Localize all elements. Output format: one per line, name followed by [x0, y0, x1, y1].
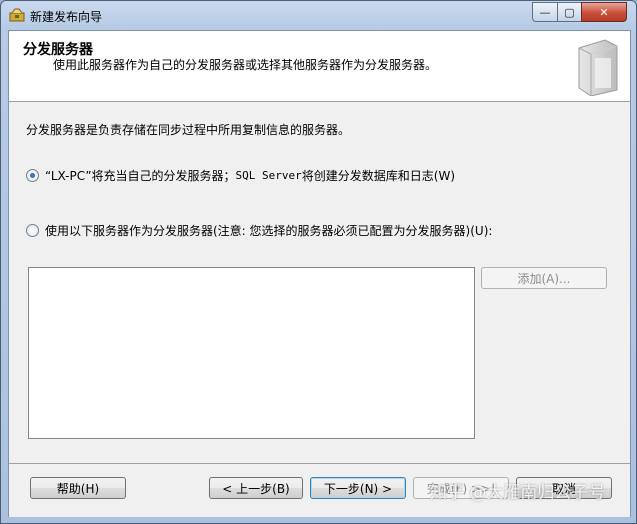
option-self-label-part1: “LX-PC”将充当自己的分发服务器； — [45, 169, 236, 183]
option-other-distributor[interactable]: 使用以下服务器作为分发服务器(注意: 您选择的服务器必须已配置为分发服务器)(U… — [26, 222, 492, 239]
back-button[interactable]: < 上一步(B) — [209, 477, 303, 499]
radio-other-unselected[interactable] — [26, 224, 39, 237]
minimize-button[interactable]: — — [532, 2, 558, 22]
wizard-window: 新建发布向导 — ▢ ✕ 分发服务器 使用此服务器作为自己的分发服务器或选择其他… — [0, 0, 637, 524]
option-self-label-part2: SQL Server — [235, 169, 302, 182]
option-other-label: 使用以下服务器作为分发服务器(注意: 您选择的服务器必须已配置为分发服务器)(U… — [45, 224, 493, 238]
radio-dot — [30, 173, 35, 178]
next-button[interactable]: 下一步(N) > — [310, 477, 406, 499]
distributor-description: 分发服务器是负责存储在同步过程中所用复制信息的服务器。 — [26, 123, 351, 137]
title-bar[interactable]: 新建发布向导 — ▢ ✕ — [1, 1, 636, 29]
maximize-button[interactable]: ▢ — [557, 2, 582, 22]
watermark-text: 知乎 @大雁南归公子号 — [430, 483, 606, 503]
server-graphic-icon — [575, 38, 619, 97]
window-title: 新建发布向导 — [30, 10, 103, 24]
radio-self-selected[interactable] — [26, 169, 39, 182]
distributor-server-list[interactable] — [28, 267, 475, 439]
close-button[interactable]: ✕ — [581, 2, 627, 22]
wizard-app-icon — [9, 8, 25, 22]
option-self-label-part3: 将创建分发数据库和日志(W) — [301, 169, 456, 183]
page-subtitle: 使用此服务器作为自己的分发服务器或选择其他服务器作为分发服务器。 — [53, 58, 438, 72]
help-button[interactable]: 帮助(H) — [30, 477, 126, 499]
wizard-header: 分发服务器 使用此服务器作为自己的分发服务器或选择其他服务器作为分发服务器。 — [9, 31, 630, 102]
option-self-distributor[interactable]: “LX-PC”将充当自己的分发服务器； SQL Server 将创建分发数据库和… — [26, 167, 455, 184]
wizard-client-area: 分发服务器 使用此服务器作为自己的分发服务器或选择其他服务器作为分发服务器。 分… — [8, 30, 631, 517]
add-server-button[interactable]: 添加(A)... — [481, 267, 607, 289]
